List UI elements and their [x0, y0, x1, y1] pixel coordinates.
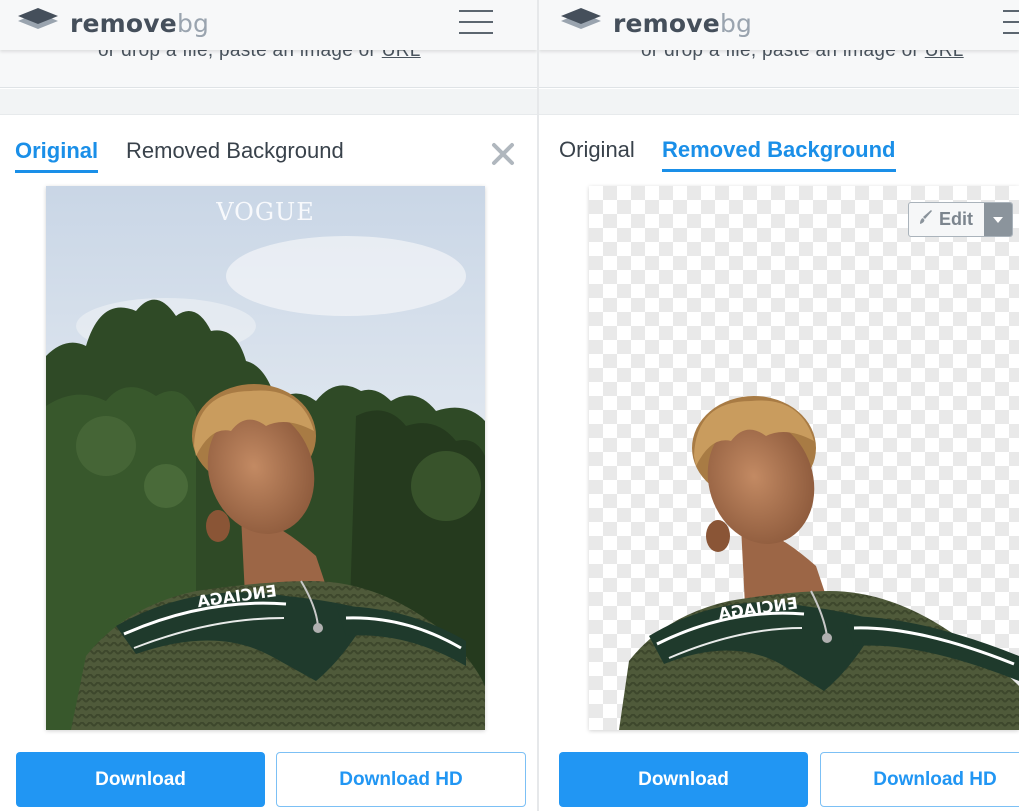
magazine-title: VOGUE: [216, 198, 315, 226]
brand-wordmark: removebg: [70, 8, 210, 38]
tab-original[interactable]: Original: [15, 138, 99, 173]
tab-removed-background[interactable]: Removed Background: [662, 137, 896, 172]
section-divider: [0, 89, 537, 115]
download-hd-button[interactable]: Download HD: [820, 752, 1019, 807]
tab-original[interactable]: Original: [559, 137, 635, 169]
edit-button[interactable]: Edit: [909, 203, 984, 236]
phone-screen-removed: removebg or drop a file, paste an image …: [539, 0, 1019, 811]
brand-wordmark: removebg: [613, 8, 753, 38]
hamburger-menu-icon[interactable]: [459, 10, 493, 34]
brand-logo[interactable]: removebg: [16, 7, 209, 39]
top-navbar: removebg: [0, 0, 537, 50]
edit-label: Edit: [939, 209, 973, 229]
tab-removed-background[interactable]: Removed Background: [126, 138, 344, 170]
removed-background-photo: ENCIAGA: [589, 186, 1019, 730]
phone-screen-original: removebg or drop a file, paste an image …: [0, 0, 537, 811]
download-hd-button[interactable]: Download HD: [276, 752, 526, 807]
download-button[interactable]: Download: [16, 752, 265, 807]
edit-button-group: Edit: [908, 202, 1013, 237]
logo-layers-icon: [559, 7, 603, 39]
brand-logo[interactable]: removebg: [559, 7, 752, 39]
section-divider: [539, 89, 1019, 115]
result-tabs: Original Removed Background: [539, 137, 1019, 178]
hamburger-menu-icon[interactable]: [1003, 10, 1019, 34]
logo-layers-icon: [16, 7, 60, 39]
result-tabs: Original Removed Background: [0, 138, 537, 178]
top-navbar: removebg: [539, 0, 1019, 50]
brush-icon: [919, 209, 933, 230]
original-photo: ENCIAGA VOGUE: [46, 186, 485, 730]
download-button[interactable]: Download: [559, 752, 808, 807]
close-icon[interactable]: [490, 141, 516, 167]
chevron-down-icon[interactable]: [984, 203, 1012, 236]
